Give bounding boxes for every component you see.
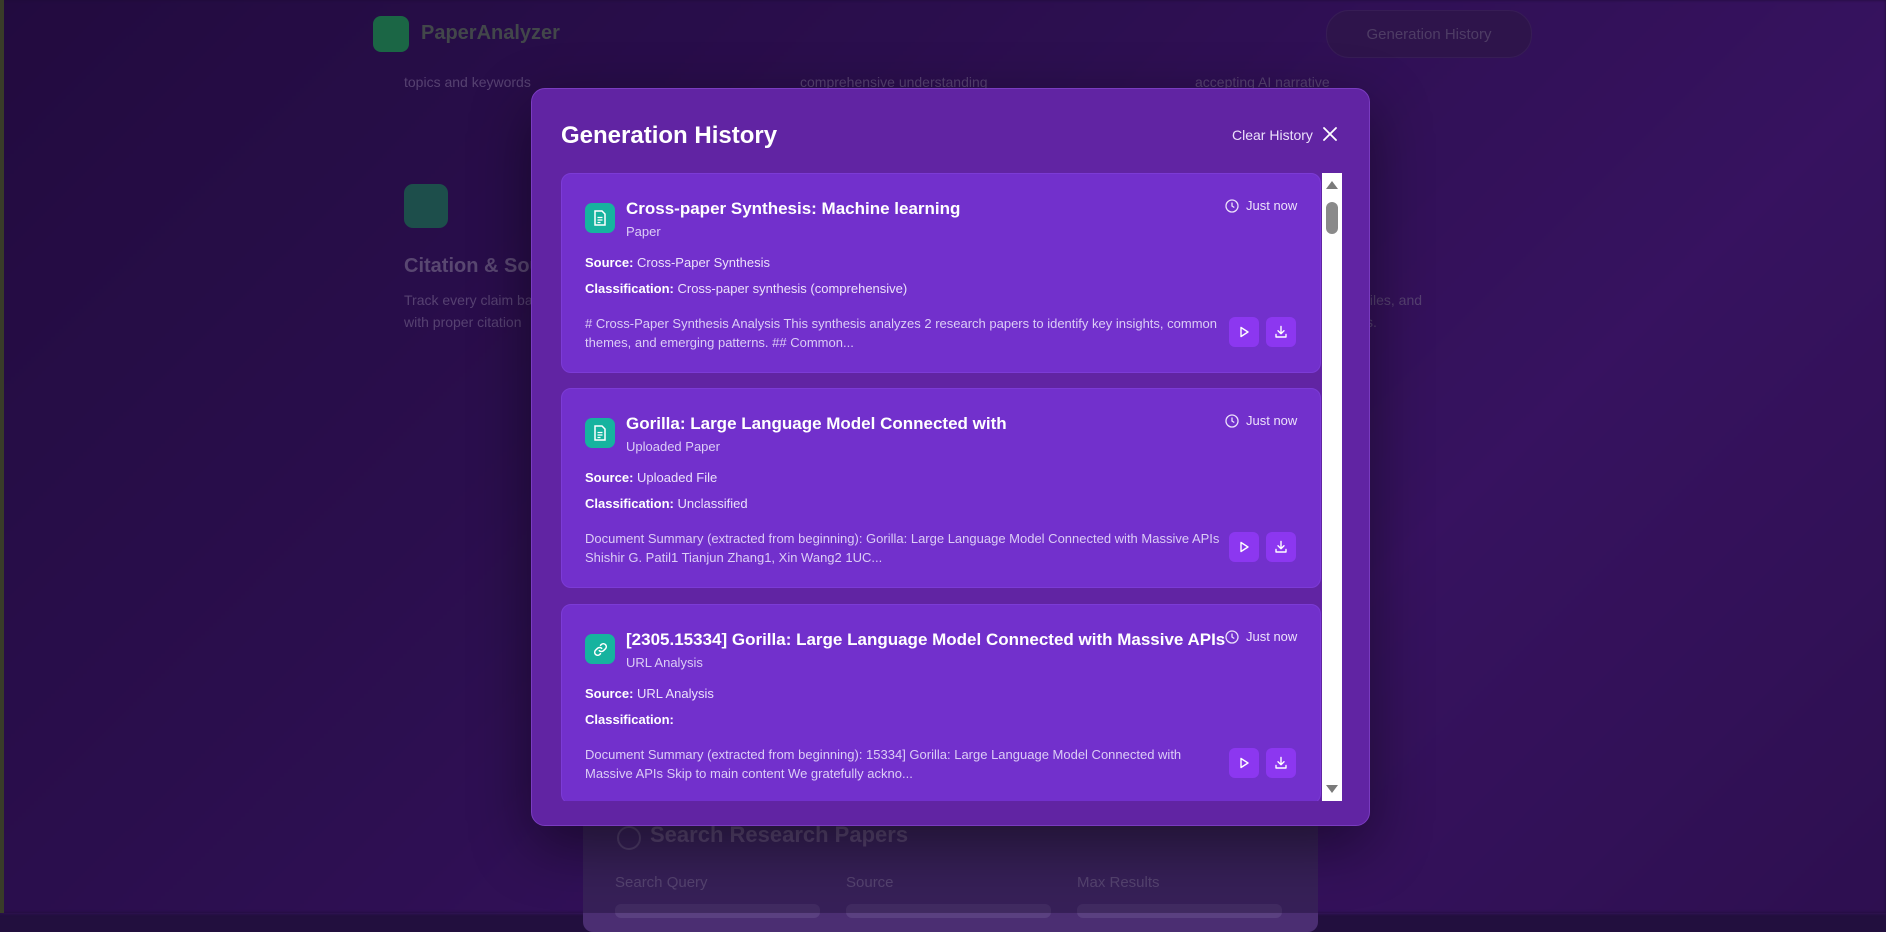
history-item-type: Paper	[626, 224, 661, 239]
generation-history-modal: Generation History Clear History Cross-p…	[531, 88, 1370, 826]
document-icon	[585, 203, 615, 233]
scroll-down-icon[interactable]	[1326, 785, 1338, 793]
history-item-classification: Classification: Cross-paper synthesis (c…	[585, 281, 907, 296]
source-key: Source:	[585, 686, 634, 701]
download-icon	[1275, 540, 1287, 553]
history-item-source: Source: URL Analysis	[585, 686, 714, 701]
link-icon	[585, 634, 615, 664]
history-scrollbar[interactable]	[1322, 173, 1342, 801]
classification-key: Classification:	[585, 496, 674, 511]
time-label: Just now	[1246, 413, 1298, 428]
history-item-source: Source: Uploaded File	[585, 470, 717, 485]
history-list[interactable]: Cross-paper Synthesis: Machine learning …	[561, 173, 1352, 801]
document-icon	[585, 418, 615, 448]
play-icon	[1240, 326, 1249, 338]
time-label: Just now	[1246, 629, 1298, 644]
play-button[interactable]	[1229, 532, 1259, 562]
clock-icon	[1225, 629, 1239, 644]
history-item-preview: Document Summary (extracted from beginni…	[585, 747, 1182, 781]
history-item[interactable]: [2305.15334] Gorilla: Large Language Mod…	[561, 604, 1321, 801]
history-item-type: Uploaded Paper	[626, 439, 720, 454]
history-item-source: Source: Cross-Paper Synthesis	[585, 255, 770, 270]
history-item-classification: Classification:	[585, 712, 674, 727]
history-item[interactable]: Cross-paper Synthesis: Machine learning …	[561, 173, 1321, 373]
play-button[interactable]	[1229, 748, 1259, 778]
download-icon	[1275, 756, 1287, 769]
play-icon	[1240, 757, 1249, 769]
history-item-title: Gorilla: Large Language Model Connected …	[626, 414, 1007, 433]
scroll-up-icon[interactable]	[1326, 181, 1338, 189]
classification-value: Unclassified	[677, 496, 748, 511]
history-item-preview: Document Summary (extracted from beginni…	[585, 531, 1220, 565]
download-button[interactable]	[1266, 748, 1296, 778]
history-item-title: Cross-paper Synthesis: Machine learning	[626, 199, 961, 218]
clock-icon	[1225, 198, 1239, 213]
source-key: Source:	[585, 470, 634, 485]
history-item[interactable]: Gorilla: Large Language Model Connected …	[561, 388, 1321, 588]
history-item-type: URL Analysis	[626, 655, 703, 670]
source-value: Cross-Paper Synthesis	[637, 255, 770, 270]
history-item-time: Just now	[1225, 413, 1297, 428]
time-label: Just now	[1246, 198, 1298, 213]
download-button[interactable]	[1266, 532, 1296, 562]
history-item-classification: Classification: Unclassified	[585, 496, 748, 511]
source-key: Source:	[585, 255, 634, 270]
clock-icon	[1225, 413, 1239, 428]
clear-history-button[interactable]: Clear History	[1232, 127, 1313, 143]
source-value: URL Analysis	[637, 686, 714, 701]
history-item-preview: # Cross-Paper Synthesis Analysis This sy…	[585, 316, 1217, 350]
modal-title: Generation History	[561, 122, 778, 149]
source-value: Uploaded File	[637, 470, 718, 485]
download-button[interactable]	[1266, 317, 1296, 347]
history-item-time: Just now	[1225, 629, 1297, 644]
classification-key: Classification:	[585, 712, 674, 727]
history-item-title: [2305.15334] Gorilla: Large Language Mod…	[626, 630, 1226, 649]
history-item-time: Just now	[1225, 198, 1297, 213]
close-icon[interactable]	[1320, 124, 1340, 144]
download-icon	[1275, 325, 1287, 338]
scrollbar-thumb[interactable]	[1326, 202, 1338, 234]
play-icon	[1240, 541, 1249, 553]
play-button[interactable]	[1229, 317, 1259, 347]
classification-value: Cross-paper synthesis (comprehensive)	[677, 281, 908, 296]
classification-key: Classification:	[585, 281, 674, 296]
